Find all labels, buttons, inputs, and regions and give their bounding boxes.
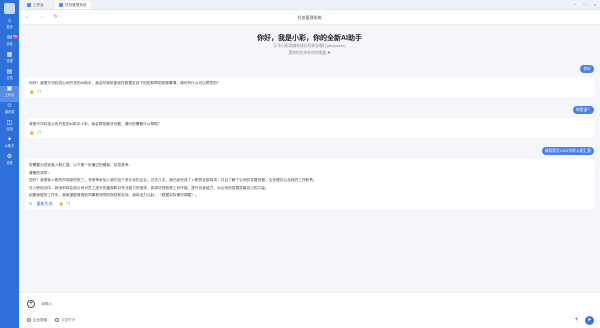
home-icon: ⌂ xyxy=(7,18,12,24)
unread-badge: 99+ xyxy=(13,35,18,39)
copy-icon[interactable]: ❐ xyxy=(37,89,41,94)
like-icon[interactable]: 👍 xyxy=(58,201,63,206)
sidebar-item-label: 消息 xyxy=(6,42,13,46)
assistant-text: 我是乐华科技公司开发的AI助手小彩，我会帮您解决问题，请问您需要什么帮助？ xyxy=(29,122,162,126)
regenerate-label: 重新生成 xyxy=(36,200,53,206)
assistant-text: 你好！我是乐华科技公司开发的AI助手，我会尽我所能地在数据支持下回答和帮助您做事… xyxy=(29,81,221,85)
input-bar: + 企业搜索 深度思考 + ➤ xyxy=(19,292,600,328)
message-actions: 👍 ❐ xyxy=(29,89,590,94)
deep-think-toggle[interactable]: 深度思考 xyxy=(55,317,75,324)
sidebar-item-messages[interactable]: ✉ 消息 99+ xyxy=(0,35,19,51)
document-icon: ▤ xyxy=(6,69,13,75)
calendar-icon: ▦ xyxy=(6,52,13,58)
maximize-icon[interactable]: □ xyxy=(581,1,589,9)
settings-icon: ⚙ xyxy=(6,154,13,160)
assistant-message: 我是乐华科技公司开发的AI助手小彩，我会帮您解决问题，请问您需要什么帮助？ 👍 ❐ xyxy=(25,118,594,138)
welcome-title: 你好，我是小彩，你的全新AI助手 xyxy=(257,35,362,42)
workbench-icon: ▣ xyxy=(6,86,13,92)
copy-icon[interactable]: ❐ xyxy=(37,130,41,135)
nav-bar: ← → ↻ 任务管理系统 xyxy=(19,10,600,25)
user-message: 请帮我写1000字的入职汇报 xyxy=(541,147,594,155)
add-icon[interactable]: + xyxy=(573,317,580,324)
chat-area: 你好，我是小彩，你的全新AI助手 乐华小彩伴随你成长问你去哪儿(deepseek… xyxy=(19,25,600,292)
attach-icon[interactable]: + xyxy=(27,300,35,308)
tool-label: 深度思考 xyxy=(61,318,76,322)
welcome-subtitle: 是你的任何伙伴你需要 ❤ xyxy=(288,51,331,55)
tab-icon xyxy=(27,2,31,7)
like-icon[interactable]: 👍 xyxy=(29,130,34,135)
contacts-icon: ☺ xyxy=(6,103,13,109)
assistant-message: 您需要为您准备入职汇报。以下是一份通过的模板，供您参考： 尊敬的领导： 您好！我… xyxy=(25,159,594,209)
assistant-text: 您好！我是新入职的市场部的张三，非常荣幸加入我们这个多元化的企业。过去几天，我已… xyxy=(29,178,317,182)
globe-icon xyxy=(27,317,31,322)
refresh-icon: ↻ xyxy=(29,200,33,206)
assistant-text: 尊敬的领导： xyxy=(29,170,52,175)
sidebar-item-label: 日程 xyxy=(6,59,13,63)
user-avatar[interactable] xyxy=(4,3,15,14)
tab-icon xyxy=(59,2,63,7)
assistant-text: 如果我做的工作中，我希望能够得到同事和领导的指导和支持。我将全力以赴，（根据实际… xyxy=(29,193,199,197)
tab-bar: 工作台 任务管理系统 − □ × xyxy=(19,0,600,10)
assistant-text: 在入职培训中，我深刻体会到公司对员工成长的重视和对专业能力的追求。我将尽快熟悉工… xyxy=(29,185,269,190)
sidebar-item-label: 首页 xyxy=(6,25,13,29)
tool-label: 企业搜索 xyxy=(33,318,48,322)
sidebar-item-ai[interactable]: ✦ AI助手 xyxy=(0,137,19,153)
sidebar-item-label: 应用 xyxy=(6,127,13,131)
sidebar-item-label: AI助手 xyxy=(4,144,15,148)
close-icon[interactable]: × xyxy=(591,1,599,9)
tab-label: 工作台 xyxy=(33,3,44,7)
sidebar-item-home[interactable]: ⌂ 首页 xyxy=(0,18,19,34)
send-icon: ➤ xyxy=(587,317,592,323)
assistant-message: 你好！我是乐华科技公司开发的AI助手，我会尽我所能地在数据支持下回答和帮助您做事… xyxy=(25,77,594,97)
copy-icon[interactable]: ❐ xyxy=(66,201,70,206)
like-icon[interactable]: 👍 xyxy=(29,89,34,94)
chat-input[interactable] xyxy=(41,300,581,309)
regenerate-button[interactable]: ↻ 重新生成 xyxy=(29,201,55,206)
sidebar-item-label: 工作台 xyxy=(4,93,15,97)
sidebar: ⌂ 首页 ✉ 消息 99+ ▦ 日程 ▤ 文档 ▣ 工作台 ☺ 通讯录 ◫ 应用 xyxy=(0,0,19,328)
page-title: 任务管理系统 xyxy=(297,15,322,20)
apps-icon: ◫ xyxy=(6,120,13,126)
sidebar-item-docs[interactable]: ▤ 文档 xyxy=(0,69,19,85)
tab-workbench[interactable]: 工作台 xyxy=(23,1,48,9)
sidebar-item-label: 设置 xyxy=(6,161,13,165)
sidebar-item-workbench[interactable]: ▣ 工作台 xyxy=(0,86,19,102)
message-actions: ↻ 重新生成 👍 ❐ xyxy=(29,201,590,206)
sidebar-item-calendar[interactable]: ▦ 日程 xyxy=(0,52,19,68)
sidebar-item-label: 通讯录 xyxy=(4,110,15,114)
sidebar-item-label: 文档 xyxy=(6,76,13,80)
user-message: 你是谁？ xyxy=(572,106,594,114)
send-button[interactable]: ➤ xyxy=(585,316,594,325)
welcome-subtitle: 乐华小彩伴随你成长问你去哪儿(deepseek) xyxy=(273,44,346,48)
tab-label: 任务管理系统 xyxy=(65,3,87,7)
user-message: 你好 xyxy=(580,65,594,73)
app-window: ⌂ 首页 ✉ 消息 99+ ▦ 日程 ▤ 文档 ▣ 工作台 ☺ 通讯录 ◫ 应用 xyxy=(0,0,600,328)
message-icon: ✉ xyxy=(6,35,13,41)
enterprise-search-toggle[interactable]: 企业搜索 xyxy=(27,317,47,324)
minimize-icon[interactable]: − xyxy=(571,1,579,9)
sidebar-item-apps[interactable]: ◫ 应用 xyxy=(0,120,19,136)
sidebar-item-settings[interactable]: ⚙ 设置 xyxy=(0,154,19,170)
tab-task-system[interactable]: 任务管理系统 xyxy=(55,1,91,9)
message-actions: 👍 ❐ xyxy=(29,130,590,135)
brain-icon xyxy=(55,317,59,322)
ai-icon: ✦ xyxy=(6,137,13,143)
assistant-text: 您需要为您准备入职汇报。以下是一份通过的模板，供您参考： xyxy=(29,163,133,167)
sidebar-item-contacts[interactable]: ☺ 通讯录 xyxy=(0,103,19,119)
